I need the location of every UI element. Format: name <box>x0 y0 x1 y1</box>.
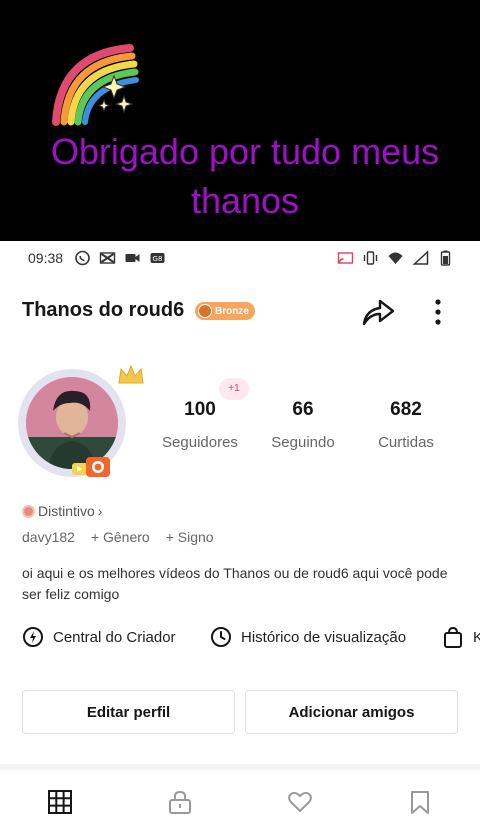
new-follower-badge: +1 <box>219 378 249 400</box>
clock-icon <box>211 627 231 647</box>
camera-sticker-icon <box>72 457 110 477</box>
status-time: 09:38 <box>28 250 64 266</box>
stat-label: Curtidas <box>378 434 434 451</box>
signal-icon <box>412 250 429 265</box>
tool-label: Central do Criador <box>53 628 176 646</box>
svg-text:G8: G8 <box>153 255 163 263</box>
profile-header: Thanos do roud6 Bronze <box>0 291 480 335</box>
heart-icon[interactable] <box>287 789 313 815</box>
shop-link[interactable]: K <box>442 626 480 648</box>
tool-label: Histórico de visualização <box>241 628 407 646</box>
cast-icon <box>337 252 354 264</box>
creator-tools: Central do Criador Histórico de visualiz… <box>22 626 480 652</box>
profile-tabs <box>0 781 480 821</box>
grid-icon[interactable] <box>47 789 73 815</box>
section-divider <box>0 764 480 770</box>
profile-meta: davy182 + Gênero + Signo <box>22 529 230 545</box>
watch-history-link[interactable]: Histórico de visualização <box>210 626 406 648</box>
status-bar: 09:38 G8 <box>0 241 480 275</box>
profile-handle: davy182 <box>22 529 75 545</box>
bronze-badge-label: Bronze <box>215 305 249 317</box>
profile-bio: oi aqui e os melhores vídeos do Thanos o… <box>22 565 448 602</box>
distintivo-icon <box>22 504 35 518</box>
share-icon[interactable] <box>360 294 396 330</box>
profile-stats: 100 Seguidores 66 Seguindo 682 Curtidas <box>150 399 460 459</box>
bookmark-icon[interactable] <box>407 789 433 815</box>
distintivo-label: Distintivo <box>38 503 95 519</box>
video-overlay: Obrigado por tudo meus thanos <box>0 0 480 241</box>
whatsapp-icon <box>75 250 90 266</box>
wifi-icon <box>388 252 403 264</box>
lock-icon[interactable] <box>167 789 193 815</box>
capcut-icon <box>99 252 116 264</box>
crown-icon <box>118 364 144 384</box>
battery-icon <box>440 250 451 266</box>
bronze-medal-icon <box>198 304 212 318</box>
bronze-badge[interactable]: Bronze <box>195 302 255 320</box>
add-gender-link[interactable]: + Gênero <box>91 529 150 545</box>
vibrate-icon <box>363 251 378 265</box>
lightning-icon <box>23 627 43 647</box>
profile-title: Thanos do roud6 <box>22 299 185 321</box>
stat-following[interactable]: 66 Seguindo <box>253 399 353 451</box>
stat-label: Seguindo <box>271 434 335 451</box>
caption-line-1: Obrigado por tudo meus <box>50 131 440 172</box>
add-sign-link[interactable]: + Signo <box>166 529 214 545</box>
creator-center-link[interactable]: Central do Criador <box>22 626 176 648</box>
caption-line-2: thanos <box>190 180 300 221</box>
stat-followers[interactable]: 100 Seguidores <box>150 399 250 451</box>
add-friends-button[interactable]: Adicionar amigos <box>245 690 458 734</box>
video-icon <box>125 254 140 262</box>
edit-profile-button[interactable]: Editar perfil <box>22 690 235 734</box>
stat-likes[interactable]: 682 Curtidas <box>356 399 456 451</box>
profile-screen: 09:38 G8 Thanos do roud6 Bronze +1 100 S… <box>0 241 480 832</box>
stat-value: 66 <box>292 399 314 420</box>
rainbow-sparkle-icon <box>52 44 139 126</box>
stat-label: Seguidores <box>162 434 238 451</box>
gb-icon: G8 <box>150 253 165 263</box>
more-options-icon[interactable] <box>428 295 448 329</box>
tool-label: K <box>473 628 480 646</box>
stat-value: 682 <box>390 399 422 420</box>
distintivo-link[interactable]: Distintivo › <box>22 503 102 519</box>
chevron-right-icon: › <box>97 503 103 519</box>
bag-icon <box>444 626 462 648</box>
avatar[interactable] <box>18 364 144 481</box>
stat-value: 100 <box>184 399 216 420</box>
